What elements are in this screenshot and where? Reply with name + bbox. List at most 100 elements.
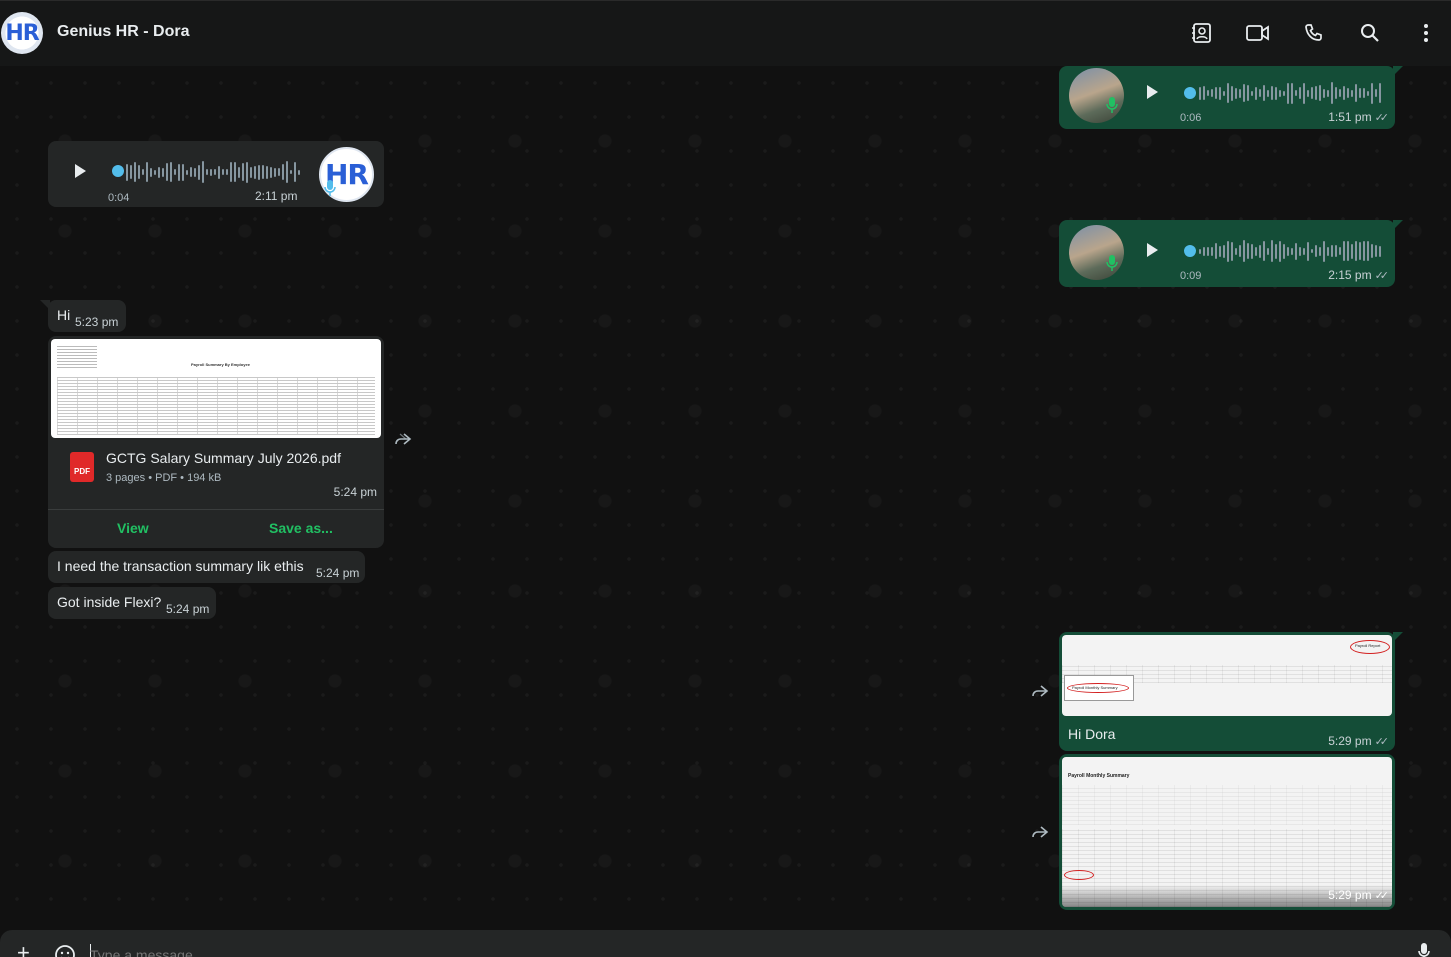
waveform-bar [1307,241,1309,261]
waveform-bar [250,166,252,178]
waveform-bar [1311,87,1313,99]
waveform-bar [1375,89,1377,97]
voice-waveform[interactable] [1199,240,1381,262]
waveform-bar [234,162,236,182]
message-input[interactable] [90,947,1290,957]
more-menu-icon[interactable] [1414,21,1438,45]
waveform-bar [246,161,248,183]
preview-table [57,377,375,435]
waveform-bar [1351,89,1353,97]
contact-avatar[interactable]: HR [1,12,43,54]
waveform-bar [1331,82,1333,104]
divider [48,509,384,510]
avatar-logo: HR [5,20,39,46]
view-button[interactable]: View [117,520,149,536]
waveform-bar [142,169,144,175]
waveform-bar [1199,86,1201,100]
image-message-outgoing[interactable]: Payroll Report Payroll Monthly Summary H… [1059,632,1403,751]
waveform-bar [1371,244,1373,258]
document-preview[interactable]: Payroll Summary By Employee [51,339,381,438]
waveform-bar [150,167,152,177]
waveform-bar [198,164,200,180]
save-as-button[interactable]: Save as... [269,520,333,536]
voice-waveform[interactable] [126,161,300,183]
waveform-bar [1303,82,1305,104]
waveform-bar [1355,84,1357,102]
contact-card-icon[interactable] [1190,21,1214,45]
wave-position-dot[interactable] [1184,87,1196,99]
text-message-incoming[interactable]: Got inside Flexi? 5:24 pm [48,587,216,619]
play-icon[interactable] [1147,243,1158,257]
message-time: 5:29 pm ✓✓ [1328,734,1389,748]
image-attachment[interactable]: Payroll Monthly Summary [1062,757,1392,907]
waveform-bar [1275,86,1277,100]
forward-icon[interactable] [1031,682,1049,703]
voice-duration: 0:09 [1180,270,1202,282]
image-message-outgoing[interactable]: Payroll Monthly Summary 5:29 pm ✓✓ [1059,754,1395,910]
forward-icon[interactable] [394,430,412,451]
message-text: Got inside Flexi? [57,594,162,610]
waveform-bar [1203,86,1205,100]
message-time: 2:11 pm [255,189,298,203]
waveform-bar [226,169,228,175]
waveform-bar [1335,245,1337,257]
voice-waveform[interactable] [1199,82,1381,104]
waveform-bar [214,169,216,175]
forward-icon[interactable] [1031,823,1049,844]
form-area [1062,785,1392,825]
waveform-bar [1267,247,1269,255]
waveform-bar [1203,246,1205,256]
image-attachment[interactable]: Payroll Report Payroll Monthly Summary [1062,635,1392,716]
waveform-bar [222,169,224,175]
waveform-bar [1307,89,1309,97]
voice-duration: 0:06 [1180,112,1202,124]
text-message-incoming[interactable]: I need the transaction summary lik ethis… [48,551,365,583]
waveform-bar [1263,241,1265,261]
message-time: 5:24 pm [166,602,210,616]
waveform-bar [1275,243,1277,259]
text-message-incoming[interactable]: Hi 5:23 pm [40,300,126,332]
message-text: Hi [57,307,71,323]
waveform-bar [1231,241,1233,261]
waveform-bar [1279,240,1281,262]
voice-message-outgoing[interactable]: 0:09 2:15 pm ✓✓ [1059,220,1403,287]
wave-position-dot[interactable] [112,165,124,177]
voice-message-outgoing[interactable]: 0:06 1:51 pm ✓✓ [1059,66,1403,129]
waveform-bar [262,165,264,179]
waveform-bar [298,169,300,175]
microphone-icon[interactable] [1417,942,1431,957]
plus-icon[interactable]: + [17,942,30,957]
wave-position-dot[interactable] [1184,245,1196,257]
waveform-bar [1243,240,1245,262]
play-icon[interactable] [75,164,86,178]
waveform-bar [174,169,176,175]
video-call-icon[interactable] [1246,21,1270,45]
play-icon[interactable] [1147,85,1158,99]
waveform-bar [1267,89,1269,97]
waveform-bar [1287,246,1289,256]
message-time: 5:24 pm [333,485,377,499]
waveform-bar [202,161,204,183]
waveform-bar [1315,245,1317,257]
waveform-bar [182,163,184,181]
emoji-icon[interactable] [54,944,76,957]
waveform-bar [1351,243,1353,259]
chat-title[interactable]: Genius HR - Dora [57,23,189,41]
waveform-bar [1279,89,1281,97]
voice-message-incoming[interactable]: 0:04 2:11 pm HR [48,141,384,207]
waveform-bar [1235,87,1237,99]
search-icon[interactable] [1358,21,1382,45]
voice-duration: 0:04 [108,192,130,204]
waveform-bar [1291,247,1293,255]
image-title: Payroll Monthly Summary [1068,773,1130,779]
mic-icon [324,180,336,196]
waveform-bar [1211,246,1213,256]
read-ticks-icon: ✓✓ [1374,112,1390,124]
waveform-bar [1291,82,1293,104]
document-filename[interactable]: GCTG Salary Summary July 2026.pdf [106,450,341,466]
document-message-incoming[interactable]: Payroll Summary By Employee PDF GCTG Sal… [48,336,384,548]
waveform-bar [1327,246,1329,256]
waveform-bar [1223,244,1225,258]
waveform-bar [154,169,156,175]
phone-call-icon[interactable] [1302,21,1326,45]
